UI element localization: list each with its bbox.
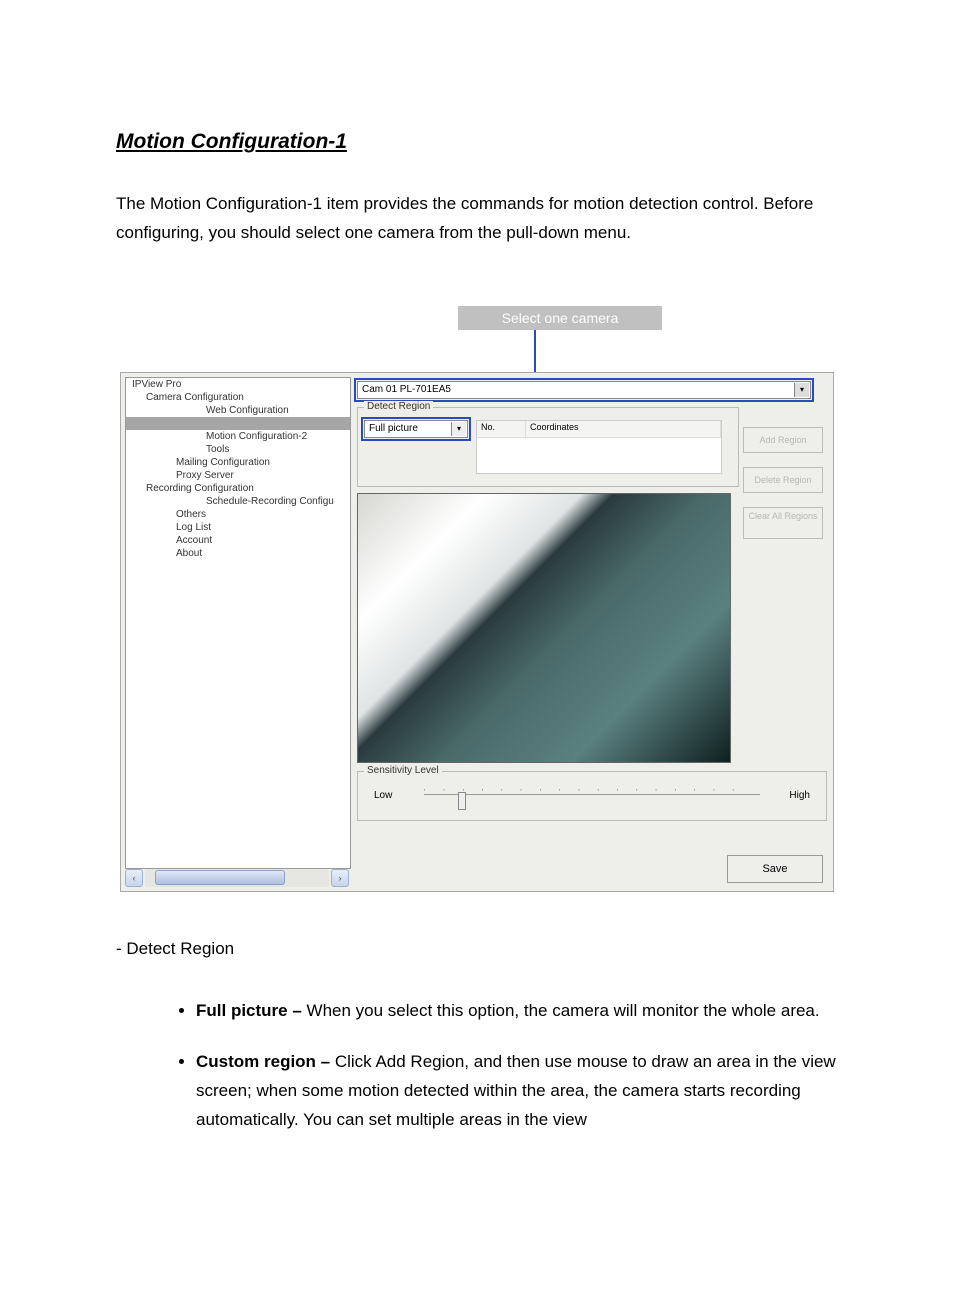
sensitivity-slider[interactable]: ' ' ' ' ' ' ' ' ' ' ' ' ' ' ' ' ' ' ' ' … [424, 794, 760, 801]
chevron-down-icon[interactable]: ▾ [794, 383, 809, 397]
column-header[interactable]: No. [477, 421, 526, 437]
tree-item[interactable]: Proxy Server [126, 469, 350, 482]
list-item: Custom region – Click Add Region, and th… [196, 1048, 866, 1135]
tree-item-selected[interactable] [126, 417, 350, 430]
save-button[interactable]: Save [727, 855, 823, 883]
camera-select[interactable]: Cam 01 PL-701EA5 ▾ [357, 381, 811, 399]
bullet-list: Full picture – When you select this opti… [156, 997, 866, 1157]
tree-item[interactable]: Schedule-Recording Configu [126, 495, 350, 508]
section-description: The Motion Configuration-1 item provides… [116, 190, 826, 248]
tree-item[interactable]: Others [126, 508, 350, 521]
tree-root[interactable]: IPView Pro [126, 378, 350, 391]
tree-item[interactable]: Web Configuration [126, 404, 350, 417]
sensitivity-group: Sensitivity Level Low High ' ' ' ' ' ' '… [357, 771, 827, 821]
slider-thumb[interactable] [458, 792, 466, 810]
clear-regions-button[interactable]: Clear All Regions [743, 507, 823, 539]
tree-item[interactable]: Mailing Configuration [126, 456, 350, 469]
camera-select-value: Cam 01 PL-701EA5 [362, 384, 451, 395]
scroll-thumb[interactable] [155, 870, 285, 885]
config-panel: Cam 01 PL-701EA5 ▾ Detect Region Full pi… [353, 377, 829, 887]
sensitivity-high-label: High [789, 790, 810, 801]
tree-item[interactable]: About [126, 547, 350, 560]
detect-region-group: Detect Region Full picture ▾ No. Coordin… [357, 407, 739, 487]
region-mode-value: Full picture [369, 423, 418, 434]
group-legend: Sensitivity Level [364, 765, 442, 776]
scroll-right-icon[interactable]: › [331, 869, 349, 887]
region-buttons: Add Region Delete Region Clear All Regio… [743, 427, 823, 553]
chevron-down-icon[interactable]: ▾ [451, 422, 466, 436]
tree-item[interactable]: Motion Configuration-2 [126, 430, 350, 443]
tree-item[interactable]: Recording Configuration [126, 482, 350, 495]
column-header[interactable]: Coordinates [526, 421, 721, 437]
tree-item[interactable]: Log List [126, 521, 350, 534]
camera-preview[interactable] [357, 493, 731, 763]
slider-ticks: ' ' ' ' ' ' ' ' ' ' ' ' ' ' ' ' ' ' ' ' … [424, 789, 760, 795]
tree-navigation[interactable]: IPView Pro Camera Configuration Web Conf… [125, 377, 351, 869]
region-table: No. Coordinates [476, 420, 722, 474]
sensitivity-low-label: Low [374, 790, 392, 801]
add-region-button[interactable]: Add Region [743, 427, 823, 453]
group-legend: Detect Region [364, 401, 433, 412]
tree-item[interactable]: Account [126, 534, 350, 547]
list-item: Full picture – When you select this opti… [196, 997, 866, 1026]
body-text: - Detect Region [116, 935, 826, 964]
ipview-window: IPView Pro Camera Configuration Web Conf… [120, 372, 834, 892]
tree-item[interactable]: Tools [126, 443, 350, 456]
region-mode-select[interactable]: Full picture ▾ [364, 420, 468, 438]
section-heading: Motion Configuration-1 [116, 130, 347, 154]
tree-item[interactable]: Camera Configuration [126, 391, 350, 404]
scroll-left-icon[interactable]: ‹ [125, 869, 143, 887]
delete-region-button[interactable]: Delete Region [743, 467, 823, 493]
callout-label: Select one camera [458, 306, 662, 330]
tree-scrollbar[interactable]: ‹ › [125, 869, 349, 887]
